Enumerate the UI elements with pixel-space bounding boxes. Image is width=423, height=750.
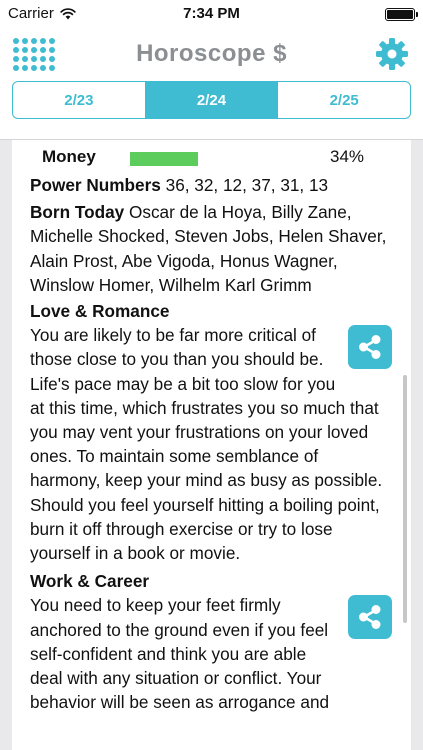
love-section: Love & Romance You are likely to be far … xyxy=(30,299,392,565)
work-share-button[interactable] xyxy=(348,595,392,640)
work-section: Work & Career You need to keep your feet… xyxy=(30,569,392,714)
date-tab-next[interactable]: 2/25 xyxy=(277,82,410,118)
money-bar xyxy=(130,152,330,166)
power-numbers: Power Numbers 36, 32, 12, 37, 31, 13 xyxy=(30,173,390,197)
nav-header: Horoscope $ 2/23 2/24 2/25 xyxy=(0,28,423,140)
scrollbar[interactable] xyxy=(403,375,407,623)
work-title: Work & Career xyxy=(30,571,150,592)
money-label: Money xyxy=(42,147,96,166)
status-time: 7:34 PM xyxy=(183,5,240,22)
work-text: You need to keep your feet firmly anchor… xyxy=(30,595,330,713)
money-percent: 34% xyxy=(330,147,365,166)
page-title: Horoscope $ xyxy=(136,40,287,67)
horoscope-content: Money 34% Power Numbers 36, 32, 12, 37, … xyxy=(30,144,392,714)
born-today-label: Born Today xyxy=(30,202,125,223)
battery-icon xyxy=(385,8,418,21)
love-share-button[interactable] xyxy=(348,325,392,370)
date-selector: 2/23 2/24 2/25 xyxy=(12,81,411,119)
money-bar-fill xyxy=(130,152,198,166)
horoscope-card: Money 34% Power Numbers 36, 32, 12, 37, … xyxy=(12,140,411,750)
share-icon xyxy=(359,335,381,360)
status-bar: Carrier 7:34 PM xyxy=(0,0,423,28)
love-title: Love & Romance xyxy=(30,301,170,322)
born-today: Born Today Oscar de la Hoya, Billy Zane,… xyxy=(30,200,390,297)
date-tab-prev[interactable]: 2/23 xyxy=(13,82,145,118)
power-numbers-label: Power Numbers xyxy=(30,175,161,195)
share-icon xyxy=(359,605,381,630)
love-text: You are likely to be far more critical o… xyxy=(30,325,383,564)
money-row: Money 34% xyxy=(30,144,390,170)
gear-icon[interactable] xyxy=(375,37,409,71)
power-numbers-value: 36, 32, 12, 37, 31, 13 xyxy=(165,175,329,195)
date-tab-current[interactable]: 2/24 xyxy=(144,82,278,118)
